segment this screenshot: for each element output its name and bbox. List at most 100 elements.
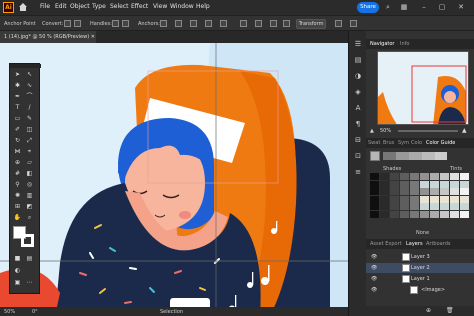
artboard-canvas[interactable] [0, 43, 348, 316]
color-guide-cell[interactable] [430, 210, 439, 218]
direct-selection-tool-icon[interactable]: ↖ [25, 70, 34, 79]
color-guide-cell[interactable] [450, 188, 459, 195]
color-guide-cell[interactable] [390, 210, 399, 218]
color-guide-cell[interactable] [400, 203, 409, 210]
menu-type[interactable]: Type [92, 3, 106, 10]
color-guide-cell[interactable] [420, 173, 429, 180]
x-field[interactable] [240, 20, 247, 27]
selection-tool-icon[interactable]: ➤ [13, 70, 22, 79]
menu-edit[interactable]: Edit [55, 3, 67, 10]
distribute-icon[interactable] [190, 20, 197, 27]
color-guide-cell[interactable] [390, 188, 399, 195]
rectangle-tool-icon[interactable]: ▭ [13, 114, 22, 123]
gradient-mode-icon[interactable]: ▤ [25, 254, 34, 263]
home-icon[interactable] [18, 2, 28, 12]
tab-swatches[interactable]: Swat [368, 140, 380, 146]
free-transform-tool-icon[interactable]: ⌖ [25, 147, 34, 156]
color-guide-cell[interactable] [380, 173, 389, 180]
width-tool-icon[interactable]: ⋈ [13, 147, 22, 156]
zoom-out-icon[interactable]: ▲ [370, 128, 374, 134]
rotate-tool-icon[interactable]: ↻ [13, 136, 22, 145]
color-guide-grid[interactable] [370, 173, 470, 219]
line-tool-icon[interactable]: / [25, 103, 34, 112]
color-guide-cell[interactable] [370, 210, 379, 218]
align-icon[interactable] [175, 20, 182, 27]
color-guide-cell[interactable] [380, 203, 389, 210]
color-guide-cell[interactable] [460, 173, 469, 180]
zoom-tool-icon[interactable]: ⌕ [25, 213, 34, 222]
color-guide-cell[interactable] [450, 180, 459, 188]
color-guide-cell[interactable] [380, 188, 389, 195]
new-layer-icon[interactable]: ⊕ [426, 307, 431, 314]
properties-icon[interactable]: ☰ [353, 39, 363, 49]
transform-button[interactable]: Transform [296, 19, 326, 29]
document-tab[interactable]: 1 (14).jpg* @ 50 % (RGB/Preview) ✕ [0, 31, 96, 43]
menu-object[interactable]: Object [70, 3, 90, 10]
color-guide-cell[interactable] [370, 180, 379, 188]
layer-row[interactable]: 👁 Layer 2 [366, 263, 474, 273]
convert-corner-icon[interactable] [64, 20, 71, 27]
color-guide-cell[interactable] [420, 210, 429, 218]
blend-tool-icon[interactable]: ◎ [25, 180, 34, 189]
visibility-eye-icon[interactable]: 👁 [371, 265, 377, 271]
color-guide-cell[interactable] [440, 180, 449, 188]
color-guide-cell[interactable] [430, 188, 439, 195]
navigator-zoom-value[interactable]: 50% [380, 128, 391, 134]
share-button[interactable]: Share [357, 2, 379, 13]
arrange-icon[interactable]: ▦ [400, 3, 408, 11]
hand-tool-icon[interactable]: ✋ [13, 213, 22, 222]
color-guide-cell[interactable] [400, 195, 409, 203]
color-guide-cell[interactable] [410, 210, 419, 218]
visibility-eye-icon[interactable]: 👁 [371, 276, 377, 282]
constrain-icon[interactable] [335, 20, 342, 27]
color-mode-icon[interactable]: ■ [13, 254, 22, 263]
color-guide-cell[interactable] [460, 203, 469, 210]
artboard-tool-icon[interactable]: ⊞ [13, 202, 22, 211]
color-guide-cell[interactable] [450, 203, 459, 210]
menu-file[interactable]: File [40, 3, 50, 10]
more-tools-icon[interactable]: ⋯ [25, 278, 34, 287]
tab-artboards[interactable]: Artboards [426, 241, 450, 247]
color-guide-cell[interactable] [420, 203, 429, 210]
eyedropper-tool-icon[interactable]: ⚲ [13, 180, 22, 189]
convert-smooth-icon[interactable] [74, 20, 81, 27]
color-guide-cell[interactable] [410, 188, 419, 195]
navigator-thumbnail[interactable] [377, 51, 469, 125]
layer-row[interactable]: 👁 Layer 3 [366, 252, 474, 262]
zoom-in-icon[interactable]: ▲ [462, 127, 467, 134]
color-guide-cell[interactable] [440, 195, 449, 203]
color-guide-cell[interactable] [370, 173, 379, 180]
maximize-icon[interactable]: ▢ [438, 3, 446, 11]
shaper-tool-icon[interactable]: ✐ [13, 125, 22, 134]
color-guide-cell[interactable] [410, 195, 419, 203]
tab-navigator[interactable]: Navigator [370, 41, 394, 47]
tab-color-guide[interactable]: Color Guide [426, 140, 455, 146]
mesh-tool-icon[interactable]: # [13, 169, 22, 178]
height-field[interactable] [283, 20, 290, 27]
visibility-eye-icon[interactable]: 👁 [371, 254, 377, 260]
isolate-icon[interactable] [205, 20, 212, 27]
visibility-eye-icon[interactable]: 👁 [371, 287, 377, 293]
color-guide-cell[interactable] [390, 180, 399, 188]
tab-asset-export[interactable]: Asset Export [370, 241, 402, 247]
color-guide-cell[interactable] [390, 173, 399, 180]
tab-info[interactable]: Info [400, 41, 409, 47]
color-guide-cell[interactable] [370, 188, 379, 195]
harmony-strip[interactable] [383, 152, 447, 160]
color-guide-cell[interactable] [430, 180, 439, 188]
y-field[interactable] [255, 20, 262, 27]
color-guide-cell[interactable] [450, 195, 459, 203]
menu-view[interactable]: View [153, 3, 167, 10]
width-field[interactable] [270, 20, 277, 27]
color-guide-cell[interactable] [380, 195, 389, 203]
color-guide-cell[interactable] [440, 173, 449, 180]
color-guide-cell[interactable] [400, 180, 409, 188]
transform-panel-icon[interactable]: ⊡ [353, 151, 363, 161]
menu-help[interactable]: Help [196, 3, 210, 10]
color-guide-cell[interactable] [400, 173, 409, 180]
perspective-grid-tool-icon[interactable]: ▱ [25, 158, 34, 167]
remove-anchor-icon[interactable] [160, 20, 167, 27]
close-tab-icon[interactable]: ✕ [91, 34, 95, 40]
graphic-styles-icon[interactable]: ◈ [353, 87, 363, 97]
screen-mode-icon[interactable]: ▣ [13, 278, 22, 287]
